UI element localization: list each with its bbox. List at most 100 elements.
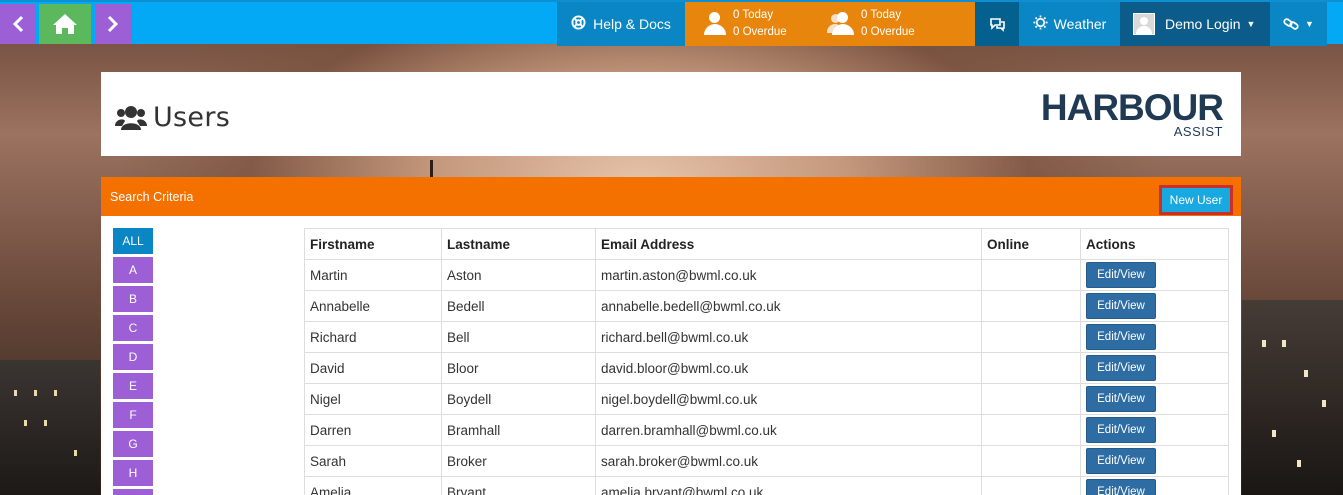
lastname-cell: Broker bbox=[441, 445, 596, 477]
edit-view-button[interactable]: Edit/View bbox=[1086, 479, 1156, 495]
online-cell bbox=[981, 290, 1081, 322]
table-header-row: Firstname Lastname Email Address Online … bbox=[304, 228, 1229, 260]
firstname-cell: David bbox=[304, 352, 442, 384]
sun-icon bbox=[1033, 14, 1048, 34]
user-task-icon bbox=[701, 10, 729, 38]
column-header-actions: Actions bbox=[1080, 228, 1229, 260]
firstname-cell: Nigel bbox=[304, 383, 442, 415]
help-docs-label: Help & Docs bbox=[593, 16, 671, 32]
actions-cell: Edit/View bbox=[1080, 414, 1229, 446]
users-table: Firstname Lastname Email Address Online … bbox=[304, 228, 1229, 495]
my-tasks-overdue: 0 Overdue bbox=[733, 26, 787, 38]
actions-cell: Edit/View bbox=[1080, 476, 1229, 495]
online-cell bbox=[981, 259, 1081, 291]
logo-main-text: HARBOUR bbox=[1040, 87, 1224, 128]
edit-view-button[interactable]: Edit/View bbox=[1086, 386, 1156, 412]
edit-view-button[interactable]: Edit/View bbox=[1086, 355, 1156, 381]
help-docs-link[interactable]: Help & Docs bbox=[557, 2, 685, 46]
new-user-highlight: New User bbox=[1159, 185, 1233, 215]
actions-cell: Edit/View bbox=[1080, 321, 1229, 353]
edit-view-button[interactable]: Edit/View bbox=[1086, 262, 1156, 288]
user-menu-label: Demo Login bbox=[1165, 16, 1241, 32]
email-cell: amelia.bryant@bwml.co.uk bbox=[595, 476, 982, 495]
alphabet-filter-all[interactable]: ALL bbox=[113, 228, 153, 254]
alphabet-filter-c[interactable]: C bbox=[113, 315, 153, 341]
alphabet-filter-b[interactable]: B bbox=[113, 286, 153, 312]
alphabet-filter: ALL ABCDEFGHI bbox=[113, 228, 153, 495]
weather-label: Weather bbox=[1053, 16, 1107, 32]
home-icon bbox=[53, 14, 77, 34]
team-tasks[interactable]: 0 Today 0 Overdue bbox=[827, 2, 915, 46]
lastname-cell: Boydell bbox=[441, 383, 596, 415]
actions-cell: Edit/View bbox=[1080, 352, 1229, 384]
firstname-cell: Richard bbox=[304, 321, 442, 353]
team-task-icon bbox=[827, 10, 857, 38]
edit-view-button[interactable]: Edit/View bbox=[1086, 293, 1156, 319]
email-cell: darren.bramhall@bwml.co.uk bbox=[595, 414, 982, 446]
new-user-button[interactable]: New User bbox=[1162, 188, 1230, 212]
alphabet-filter-d[interactable]: D bbox=[113, 344, 153, 370]
email-cell: david.bloor@bwml.co.uk bbox=[595, 352, 982, 384]
chevron-right-icon bbox=[107, 15, 119, 33]
search-criteria-bar: Search Criteria New User bbox=[101, 177, 1241, 216]
firstname-cell: Darren bbox=[304, 414, 442, 446]
lastname-cell: Bedell bbox=[441, 290, 596, 322]
my-tasks[interactable]: 0 Today 0 Overdue bbox=[701, 2, 787, 46]
online-cell bbox=[981, 383, 1081, 415]
background-building-left bbox=[0, 360, 100, 495]
tasks-summary[interactable]: 0 Today 0 Overdue 0 Today 0 Overdue bbox=[685, 2, 975, 46]
alphabet-filter-f[interactable]: F bbox=[113, 402, 153, 428]
table-row: Sarah Broker sarah.broker@bwml.co.uk Edit/V… bbox=[304, 445, 1229, 477]
caret-down-icon: ▼ bbox=[1246, 19, 1256, 29]
actions-cell: Edit/View bbox=[1080, 259, 1229, 291]
alphabet-filter-h[interactable]: H bbox=[113, 460, 153, 486]
email-cell: nigel.boydell@bwml.co.uk bbox=[595, 383, 982, 415]
online-cell bbox=[981, 321, 1081, 353]
back-button[interactable] bbox=[0, 4, 36, 44]
lastname-cell: Aston bbox=[441, 259, 596, 291]
email-cell: richard.bell@bwml.co.uk bbox=[595, 321, 982, 353]
forward-button[interactable] bbox=[95, 4, 131, 44]
online-cell bbox=[981, 414, 1081, 446]
table-row: Amelia Bryant amelia.bryant@bwml.co.uk Edit… bbox=[304, 476, 1229, 495]
table-row: Nigel Boydell nigel.boydell@bwml.co.uk Edit… bbox=[304, 383, 1229, 415]
actions-cell: Edit/View bbox=[1080, 383, 1229, 415]
edit-view-button[interactable]: Edit/View bbox=[1086, 324, 1156, 350]
chat-button[interactable] bbox=[975, 2, 1019, 46]
edit-view-button[interactable]: Edit/View bbox=[1086, 448, 1156, 474]
page-header: Users HARBOUR ASSIST bbox=[101, 72, 1241, 156]
alphabet-filter-g[interactable]: G bbox=[113, 431, 153, 457]
links-menu[interactable]: ▼ bbox=[1270, 2, 1327, 46]
avatar bbox=[1133, 13, 1155, 35]
user-menu[interactable]: Demo Login ▼ bbox=[1120, 2, 1270, 46]
online-cell bbox=[981, 476, 1081, 495]
firstname-cell: Amelia bbox=[304, 476, 442, 495]
firstname-cell: Martin bbox=[304, 259, 442, 291]
harbour-assist-logo: HARBOUR ASSIST bbox=[1040, 87, 1224, 138]
column-header-email[interactable]: Email Address bbox=[595, 228, 982, 260]
column-header-lastname[interactable]: Lastname bbox=[441, 228, 596, 260]
email-cell: sarah.broker@bwml.co.uk bbox=[595, 445, 982, 477]
users-table-body: Martin Aston martin.aston@bwml.co.uk Edit/V… bbox=[304, 259, 1229, 495]
table-row: Annabelle Bedell annabelle.bedell@bwml.co.… bbox=[304, 290, 1229, 322]
alphabet-filter-a[interactable]: A bbox=[113, 257, 153, 283]
alphabet-filter-e[interactable]: E bbox=[113, 373, 153, 399]
edit-view-button[interactable]: Edit/View bbox=[1086, 417, 1156, 443]
my-tasks-today: 0 Today bbox=[733, 9, 774, 21]
search-criteria-title: Search Criteria bbox=[110, 190, 194, 204]
online-cell bbox=[981, 445, 1081, 477]
background-mast bbox=[430, 160, 433, 178]
column-header-online[interactable]: Online bbox=[981, 228, 1081, 260]
column-header-firstname[interactable]: Firstname bbox=[304, 228, 442, 260]
home-button[interactable] bbox=[39, 4, 91, 44]
table-row: Richard Bell richard.bell@bwml.co.uk Edit/V… bbox=[304, 321, 1229, 353]
link-icon bbox=[1283, 18, 1299, 30]
weather-link[interactable]: Weather bbox=[1019, 2, 1120, 46]
team-tasks-today: 0 Today bbox=[861, 9, 902, 21]
alphabet-filter-i[interactable]: I bbox=[113, 489, 153, 495]
chat-icon bbox=[989, 17, 1005, 32]
lifebuoy-icon bbox=[571, 14, 586, 34]
email-cell: martin.aston@bwml.co.uk bbox=[595, 259, 982, 291]
chevron-left-icon bbox=[12, 15, 24, 33]
users-icon bbox=[115, 106, 147, 130]
